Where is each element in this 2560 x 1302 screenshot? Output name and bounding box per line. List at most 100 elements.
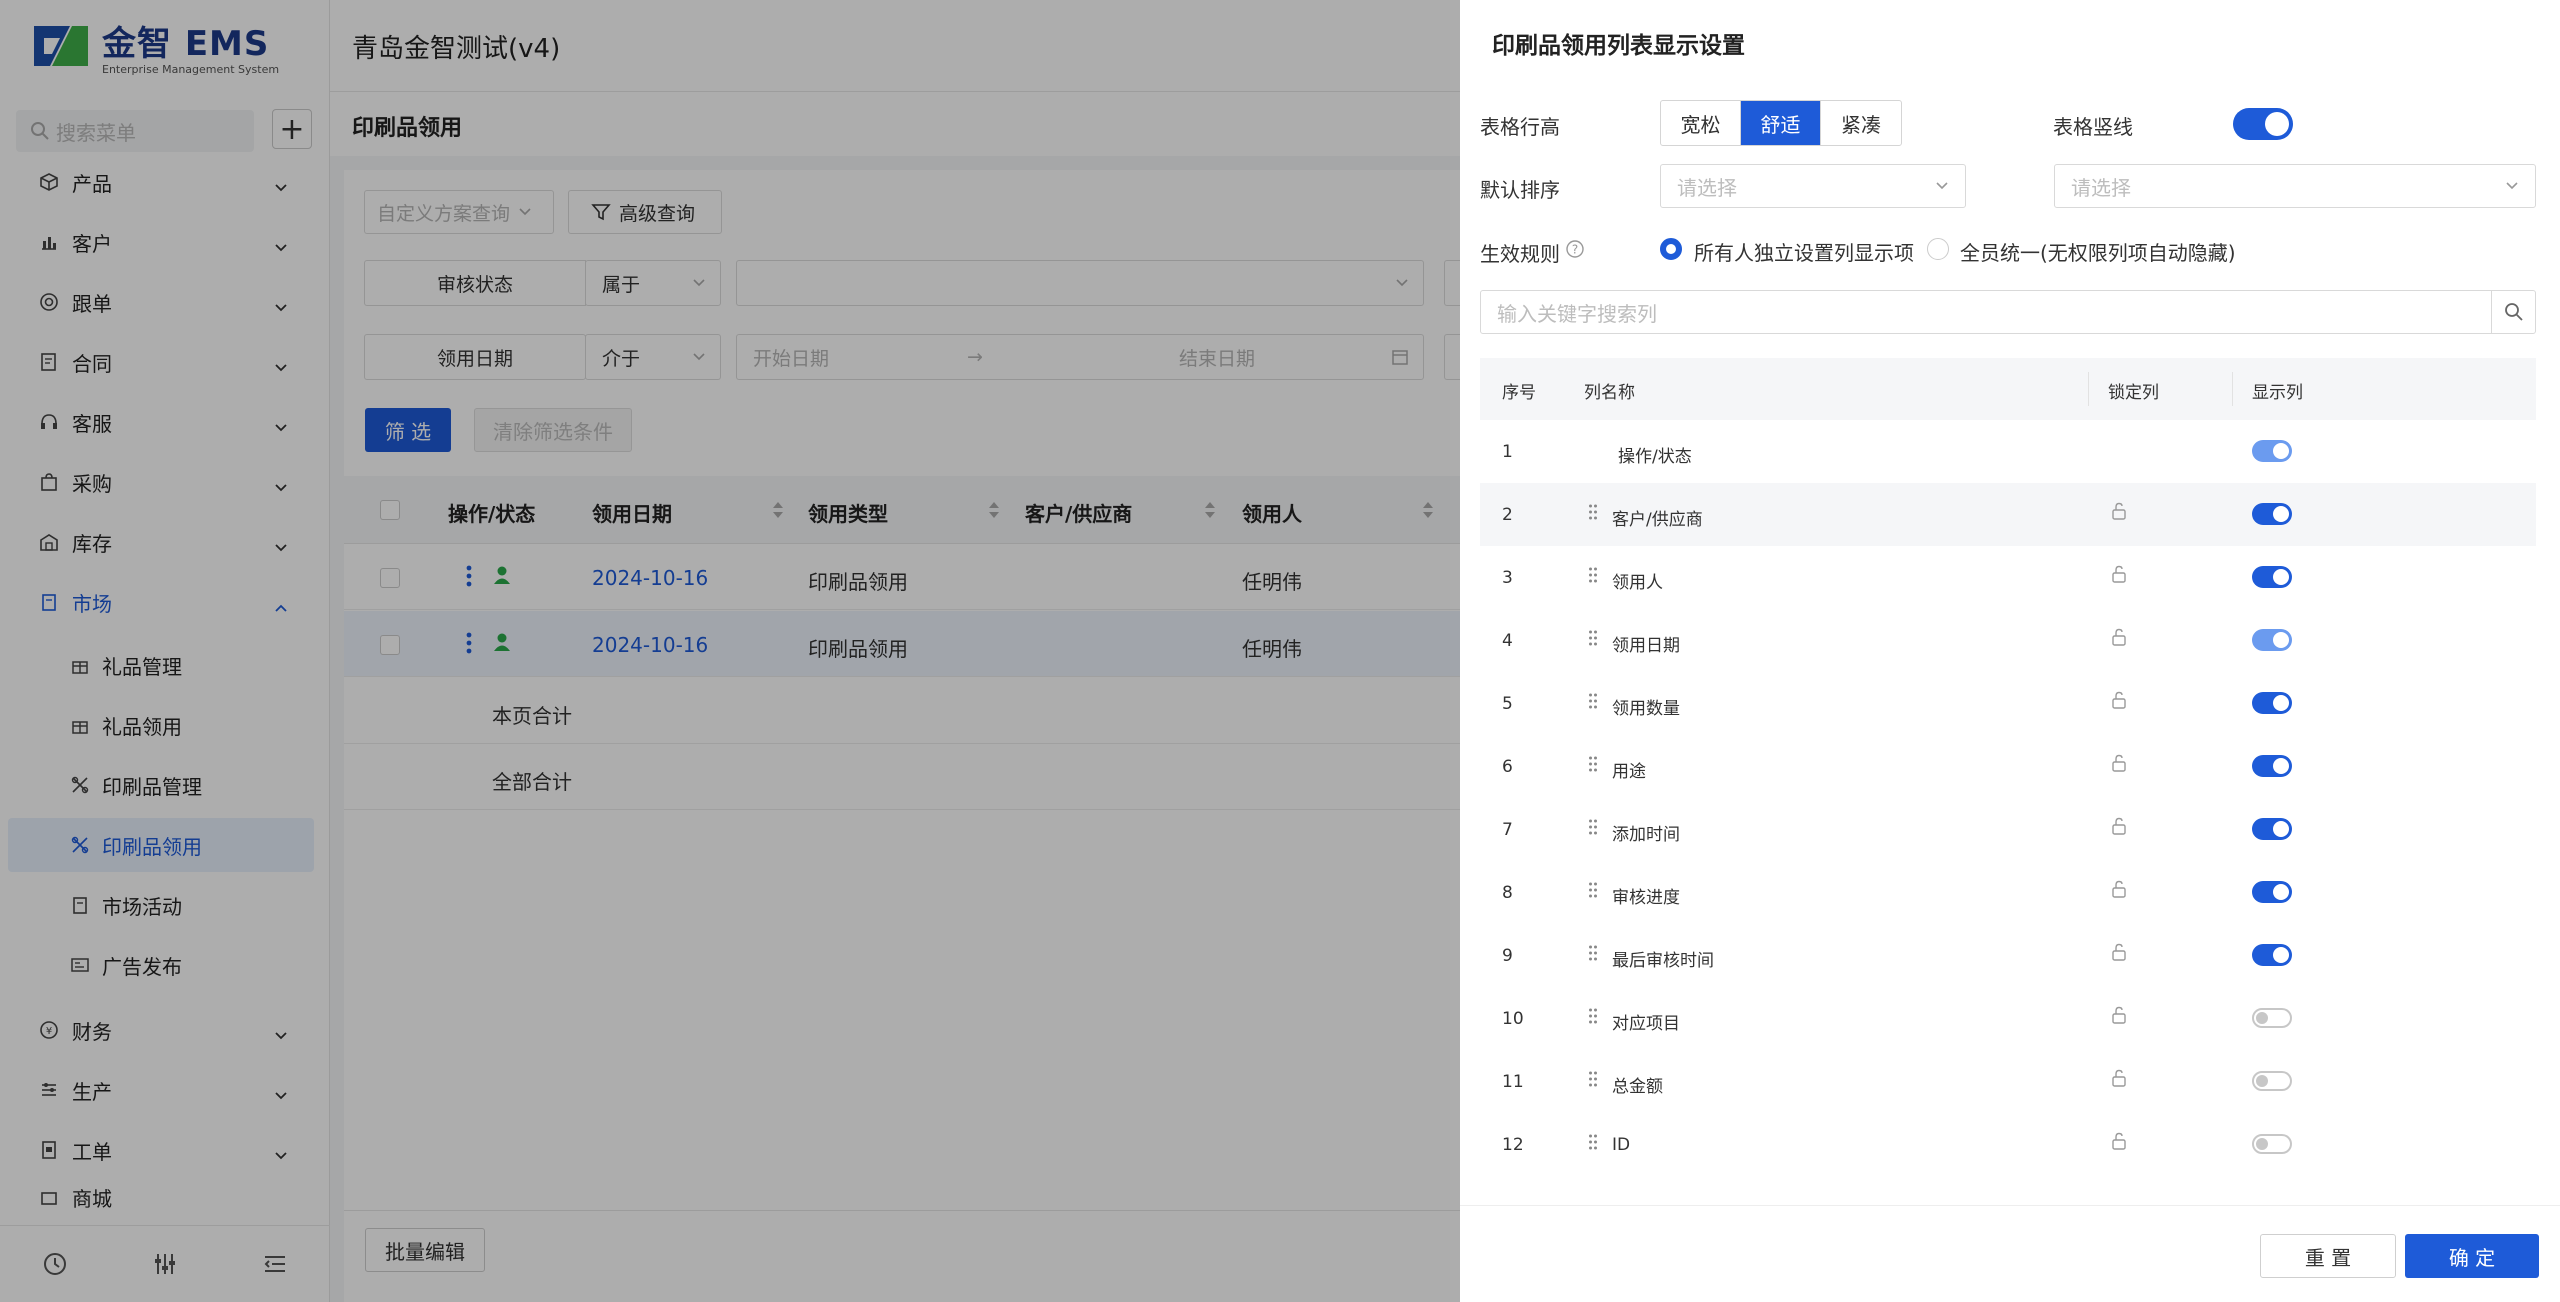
show-column-toggle[interactable] [2252, 1071, 2292, 1091]
column-row: 2 客户/供应商 [1480, 483, 2536, 546]
row-height-option-loose[interactable]: 宽松 [1661, 101, 1741, 145]
drag-handle-icon[interactable] [1588, 881, 1598, 899]
app-root: 金智 EMS Enterprise Management System 搜索菜单… [0, 0, 2560, 1302]
column-row-name: 对应项目 [1612, 1014, 1680, 1034]
modal-overlay[interactable] [0, 0, 1460, 1302]
column-search-placeholder: 输入关键字搜索列 [1497, 301, 1657, 326]
unlock-icon[interactable] [2110, 1005, 2128, 1025]
row-height-segmented: 宽松 舒适 紧凑 [1660, 100, 1902, 146]
rule-option-individual[interactable]: 所有人独立设置列显示项 [1694, 237, 1914, 266]
show-column-toggle[interactable] [2252, 692, 2292, 714]
column-row: 9 最后审核时间 [1480, 924, 2536, 987]
column-row: 5 领用数量 [1480, 672, 2536, 735]
row-height-option-compact[interactable]: 紧凑 [1821, 101, 1901, 145]
column-row-no: 3 [1502, 568, 1513, 588]
vline-toggle[interactable] [2233, 108, 2293, 140]
show-column-toggle[interactable] [2252, 629, 2292, 651]
column-row-name: 客户/供应商 [1612, 510, 1703, 530]
unlock-icon[interactable] [2110, 879, 2128, 899]
column-row-no: 7 [1502, 820, 1513, 840]
rule-radio-individual[interactable] [1660, 238, 1682, 260]
rule-radio-unified[interactable] [1927, 238, 1949, 260]
column-row: 4 领用日期 [1480, 609, 2536, 672]
column-row-name: 最后审核时间 [1612, 951, 1714, 971]
column-row-no: 9 [1502, 946, 1513, 966]
help-icon[interactable]: ? [1565, 239, 1585, 259]
col-name-header: 列名称 [1584, 383, 1635, 403]
drag-handle-icon[interactable] [1588, 629, 1598, 647]
unlock-icon[interactable] [2110, 627, 2128, 647]
rule-option-unified[interactable]: 全员统一(无权限列项自动隐藏) [1960, 237, 2236, 266]
unlock-icon[interactable] [2110, 501, 2128, 521]
column-row: 11 总金额 [1480, 1050, 2536, 1113]
show-column-toggle[interactable] [2252, 818, 2292, 840]
column-search-input[interactable]: 输入关键字搜索列 [1480, 290, 2536, 334]
column-row-no: 4 [1502, 631, 1513, 651]
drag-handle-icon[interactable] [1588, 503, 1598, 521]
drag-handle-icon[interactable] [1588, 818, 1598, 836]
column-settings-drawer: 印刷品领用列表显示设置 表格行高 宽松 舒适 紧凑 表格竖线 默认排序 请选择 … [1460, 0, 2560, 1302]
drag-handle-icon[interactable] [1588, 692, 1598, 710]
column-row-name: 领用人 [1612, 573, 1663, 593]
unlock-icon[interactable] [2110, 816, 2128, 836]
column-row: 1 操作/状态 [1480, 420, 2536, 483]
columns-table-header: 序号 列名称 锁定列 显示列 [1480, 358, 2536, 420]
show-column-toggle[interactable] [2252, 881, 2292, 903]
show-column-toggle[interactable] [2252, 755, 2292, 777]
column-search-button[interactable] [2491, 291, 2535, 333]
column-row-no: 2 [1502, 505, 1513, 525]
column-row-name: 领用日期 [1612, 636, 1680, 656]
search-icon [2504, 303, 2523, 321]
column-row-no: 6 [1502, 757, 1513, 777]
sort-order-select[interactable]: 请选择 [2054, 164, 2536, 208]
show-column-toggle[interactable] [2252, 503, 2292, 525]
row-height-label: 表格行高 [1480, 115, 1560, 139]
unlock-icon[interactable] [2110, 1068, 2128, 1088]
confirm-button[interactable]: 确 定 [2405, 1234, 2539, 1278]
default-sort-label: 默认排序 [1480, 178, 1560, 202]
unlock-icon[interactable] [2110, 690, 2128, 710]
column-row: 10 对应项目 [1480, 987, 2536, 1050]
column-row-name: 操作/状态 [1618, 447, 1692, 467]
column-row: 8 审核进度 [1480, 861, 2536, 924]
column-row: 12 ID [1480, 1113, 2536, 1176]
show-column-toggle[interactable] [2252, 566, 2292, 588]
drag-handle-icon[interactable] [1588, 1070, 1598, 1088]
drag-handle-icon[interactable] [1588, 1133, 1598, 1151]
column-row-name: ID [1612, 1135, 1631, 1155]
row-height-option-comfortable[interactable]: 舒适 [1741, 101, 1821, 145]
column-row-no: 12 [1502, 1135, 1524, 1155]
drag-handle-icon[interactable] [1588, 944, 1598, 962]
sort-field-placeholder: 请选择 [1677, 175, 1737, 200]
sort-field-select[interactable]: 请选择 [1660, 164, 1966, 208]
show-column-toggle[interactable] [2252, 1134, 2292, 1154]
column-row: 3 领用人 [1480, 546, 2536, 609]
show-column-toggle[interactable] [2252, 1008, 2292, 1028]
column-row: 7 添加时间 [1480, 798, 2536, 861]
chevron-down-icon [2506, 182, 2518, 190]
drag-handle-icon[interactable] [1588, 1007, 1598, 1025]
column-row-no: 11 [1502, 1072, 1524, 1092]
drawer-title: 印刷品领用列表显示设置 [1492, 33, 1745, 59]
column-row-name: 审核进度 [1612, 888, 1680, 908]
column-row-no: 1 [1502, 442, 1513, 462]
unlock-icon[interactable] [2110, 1131, 2128, 1151]
svg-text:?: ? [1572, 243, 1578, 257]
column-row-name: 用途 [1612, 762, 1646, 782]
drag-handle-icon[interactable] [1588, 755, 1598, 773]
reset-button[interactable]: 重 置 [2260, 1234, 2396, 1278]
show-column-toggle[interactable] [2252, 944, 2292, 966]
col-no-header: 序号 [1502, 383, 1536, 403]
drawer-footer: 重 置 确 定 [1460, 1205, 2560, 1302]
unlock-icon[interactable] [2110, 942, 2128, 962]
col-show-header: 显示列 [2252, 383, 2303, 403]
unlock-icon[interactable] [2110, 564, 2128, 584]
column-row-no: 8 [1502, 883, 1513, 903]
drag-handle-icon[interactable] [1588, 566, 1598, 584]
chevron-down-icon [1936, 182, 1948, 190]
vline-label: 表格竖线 [2053, 115, 2133, 139]
sort-order-placeholder: 请选择 [2071, 175, 2131, 200]
unlock-icon[interactable] [2110, 753, 2128, 773]
column-row-name: 领用数量 [1612, 699, 1680, 719]
show-column-toggle[interactable] [2252, 440, 2292, 462]
